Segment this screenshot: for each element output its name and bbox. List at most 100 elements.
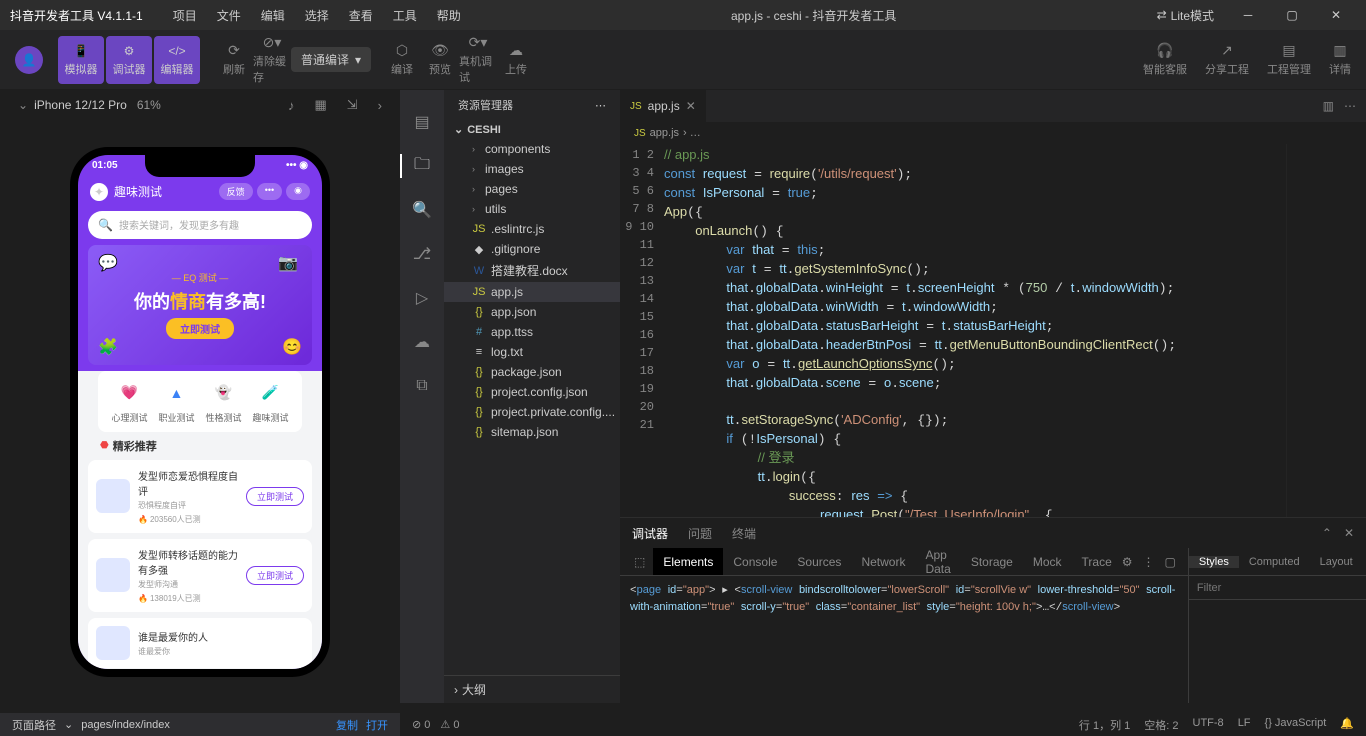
file-sitemap[interactable]: {}sitemap.json xyxy=(444,422,620,442)
folder-pages[interactable]: ›pages xyxy=(444,179,620,199)
tab-appjs[interactable]: JSapp.js✕ xyxy=(620,90,707,122)
activity-cloud[interactable]: ☁ xyxy=(400,320,444,364)
cat-psych[interactable]: 💗心理测试 xyxy=(111,379,147,424)
outline-section[interactable]: › 大纲 xyxy=(444,675,620,703)
banner-cta[interactable]: 立即测试 xyxy=(166,318,234,339)
language-mode[interactable]: {} JavaScript xyxy=(1265,717,1327,733)
breadcrumb[interactable]: JS app.js › … xyxy=(620,122,1366,144)
refresh-button[interactable]: ⟳刷新 xyxy=(215,36,253,84)
subtab-elements[interactable]: Elements xyxy=(653,548,723,575)
zoom-level[interactable]: 61% xyxy=(137,98,161,112)
menu-select[interactable]: 选择 xyxy=(295,7,339,24)
menu-help[interactable]: 帮助 xyxy=(427,7,471,24)
open-link[interactable]: 打开 xyxy=(366,717,388,733)
cat-career[interactable]: ▲职业测试 xyxy=(158,379,194,424)
dock-icon[interactable]: ▢ xyxy=(1165,555,1176,569)
douyin-icon[interactable]: ♪ xyxy=(288,98,295,113)
editor-toggle[interactable]: </>编辑器 xyxy=(154,36,200,84)
encoding[interactable]: UTF-8 xyxy=(1193,717,1224,733)
menu-file[interactable]: 文件 xyxy=(207,7,251,24)
explorer-more-icon[interactable]: ⋯ xyxy=(595,99,606,112)
subtab-network[interactable]: Network xyxy=(851,548,915,575)
list-item[interactable]: 发型师恋爱恐惧程度自评恐惧程度自评🔥 203560人已测立即测试 xyxy=(88,460,312,533)
preview-button[interactable]: 👁预览 xyxy=(421,36,459,84)
gear-icon[interactable]: ⚙ xyxy=(1122,555,1133,569)
debug-tab-terminal[interactable]: 终端 xyxy=(732,525,756,542)
details-button[interactable]: ▥详情 xyxy=(1329,42,1351,77)
chevron-down-icon[interactable]: ⌄ xyxy=(64,718,73,731)
minimize-button[interactable]: ─ xyxy=(1228,1,1268,29)
debug-tab-problems[interactable]: 问题 xyxy=(688,525,712,542)
compile-mode-select[interactable]: 普通编译 ▾ xyxy=(291,47,371,72)
subtab-mock[interactable]: Mock xyxy=(1023,548,1072,575)
file-docx[interactable]: W搭建教程.docx xyxy=(444,259,620,282)
list-item[interactable]: 发型师转移话题的能力有多强发型师沟通🔥 138019人已测立即测试 xyxy=(88,539,312,612)
copy-link[interactable]: 复制 xyxy=(336,717,358,733)
debugger-toggle[interactable]: ⚙调试器 xyxy=(106,36,152,84)
styles-tab-layout[interactable]: Layout xyxy=(1310,556,1363,568)
minimap[interactable] xyxy=(1286,144,1366,517)
indent-setting[interactable]: 空格: 2 xyxy=(1144,717,1178,733)
activity-search[interactable]: 🔍 xyxy=(400,188,444,232)
chevron-right-icon[interactable]: › xyxy=(378,98,382,113)
styles-tab-styles[interactable]: Styles xyxy=(1189,556,1239,568)
folder-utils[interactable]: ›utils xyxy=(444,199,620,219)
menu-edit[interactable]: 编辑 xyxy=(251,7,295,24)
feedback-badge[interactable]: 反馈 xyxy=(219,183,253,200)
phone-screen[interactable]: 01:05••• ◉ ✦ 趣味测试 反馈 ••• ◉ 🔍搜索关键词，发现更多有趣… xyxy=(78,155,322,669)
styles-tab-dom[interactable]: DOM Breakpoints xyxy=(1363,550,1366,574)
close-icon[interactable]: ✕ xyxy=(686,99,696,113)
split-icon[interactable]: ▥ xyxy=(1323,99,1334,113)
inspect-icon[interactable]: ⬚ xyxy=(626,548,653,575)
file-log[interactable]: ≡log.txt xyxy=(444,342,620,362)
clear-cache-button[interactable]: ⊘▾清除缓存 xyxy=(253,36,291,84)
export-icon[interactable]: ⇲ xyxy=(347,97,358,113)
code-editor[interactable]: // app.js const request = require('/util… xyxy=(664,144,1286,517)
grid-icon[interactable]: ▦ xyxy=(314,97,326,113)
list-item[interactable]: 谁是最爱你的人谁最爱你 xyxy=(88,618,312,668)
dom-tree[interactable]: <page id="app"> ▸ <scroll-view bindscrol… xyxy=(620,576,1188,703)
eol[interactable]: LF xyxy=(1238,717,1251,733)
activity-stats[interactable]: ⧉ xyxy=(400,364,444,408)
file-appttss[interactable]: #app.ttss xyxy=(444,322,620,342)
cursor-position[interactable]: 行 1，列 1 xyxy=(1079,717,1130,733)
file-projectprivate[interactable]: {}project.private.config.... xyxy=(444,402,620,422)
subtab-storage[interactable]: Storage xyxy=(961,548,1023,575)
file-projectconfig[interactable]: {}project.config.json xyxy=(444,382,620,402)
page-path-input[interactable] xyxy=(81,719,328,731)
activity-git[interactable]: ⎇ xyxy=(400,232,444,276)
more-badge[interactable]: ••• xyxy=(257,183,282,200)
close-badge[interactable]: ◉ xyxy=(286,183,310,200)
simulator-toggle[interactable]: 📱模拟器 xyxy=(58,36,104,84)
maximize-icon[interactable]: ⌃ xyxy=(1322,526,1332,540)
support-button[interactable]: 🎧智能客服 xyxy=(1143,42,1187,77)
dots-icon[interactable]: ⋮ xyxy=(1143,555,1155,569)
close-button[interactable]: ✕ xyxy=(1316,1,1356,29)
styles-tab-computed[interactable]: Computed xyxy=(1239,556,1310,568)
cat-personality[interactable]: 👻性格测试 xyxy=(205,379,241,424)
file-appjs[interactable]: JSapp.js xyxy=(444,282,620,302)
close-icon[interactable]: ✕ xyxy=(1344,526,1354,540)
search-input[interactable]: 🔍搜索关键词，发现更多有趣 xyxy=(88,211,312,239)
subtab-sources[interactable]: Sources xyxy=(787,548,851,575)
errors-count[interactable]: ⊘ 0 xyxy=(412,718,430,731)
compile-button[interactable]: ⬡编译 xyxy=(383,36,421,84)
subtab-console[interactable]: Console xyxy=(723,548,787,575)
banner[interactable]: 💬📷 🧩😊 — EQ 测试 — 你的情商有多高! 立即测试 xyxy=(88,245,312,365)
menu-view[interactable]: 查看 xyxy=(339,7,383,24)
bell-icon[interactable]: 🔔 xyxy=(1340,717,1354,733)
more-icon[interactable]: ⋯ xyxy=(1344,99,1356,113)
upload-button[interactable]: ☁上传 xyxy=(497,36,535,84)
file-appjson[interactable]: {}app.json xyxy=(444,302,620,322)
activity-explorer[interactable]: 🗀 xyxy=(400,144,444,188)
subtab-appdata[interactable]: App Data xyxy=(915,548,960,575)
subtab-trace[interactable]: Trace xyxy=(1072,548,1122,575)
activity-pages[interactable]: ▤ xyxy=(400,100,444,144)
activity-debug[interactable]: ▷ xyxy=(400,276,444,320)
device-selector[interactable]: ⌄ iPhone 12/12 Pro xyxy=(18,98,127,112)
lite-mode-toggle[interactable]: ⇄ Lite模式 xyxy=(1157,7,1214,24)
folder-images[interactable]: ›images xyxy=(444,159,620,179)
file-eslintrc[interactable]: JS.eslintrc.js xyxy=(444,219,620,239)
styles-filter[interactable] xyxy=(1197,582,1366,594)
file-package[interactable]: {}package.json xyxy=(444,362,620,382)
